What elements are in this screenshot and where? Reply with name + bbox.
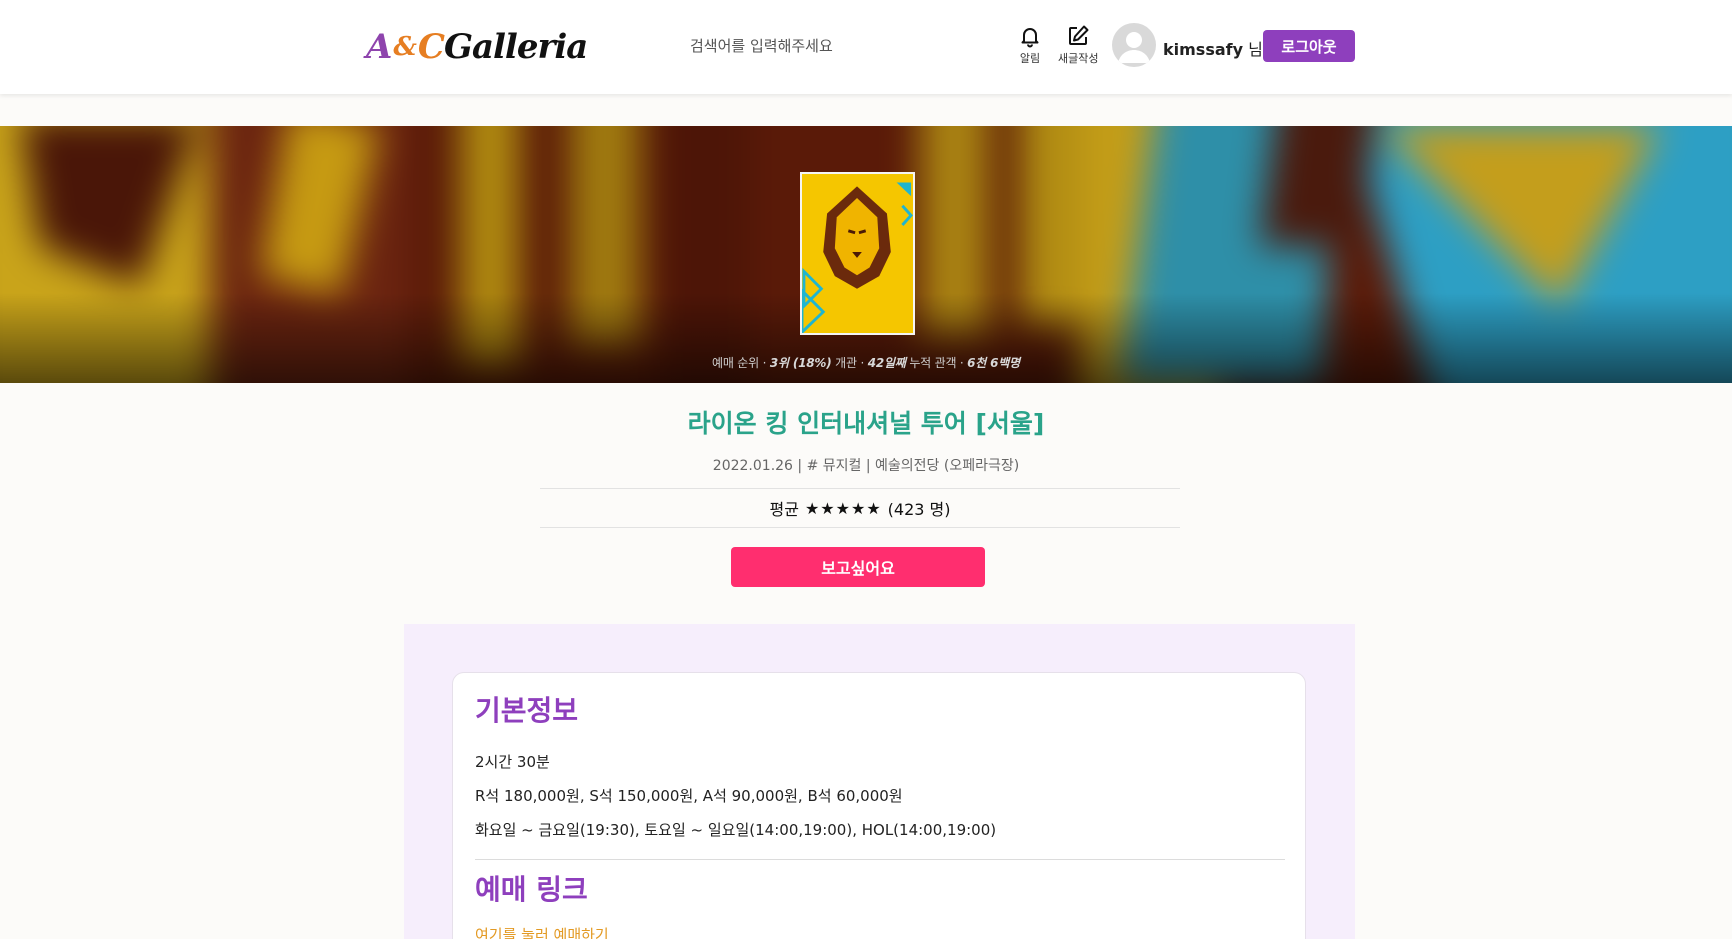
rank-label: 예매 순위 ·	[712, 356, 767, 370]
logout-button[interactable]: 로그아웃	[1263, 30, 1355, 62]
section-divider	[475, 859, 1285, 860]
performance-meta: 2022.01.26 | # 뮤지컬 | 예술의전당 (오페라극장)	[712, 458, 1020, 474]
audience-value: 6천 6백명	[967, 356, 1020, 370]
booking-title: 예매 링크	[475, 873, 588, 906]
days-value: 42일째	[867, 356, 906, 370]
logo-ampersand: &	[393, 32, 417, 62]
lion-king-poster	[802, 174, 913, 333]
logo-word: Galleria	[443, 27, 588, 67]
booking-link[interactable]: 여기를 눌러 예매하기	[475, 924, 609, 939]
username-suffix: 님	[1248, 40, 1263, 59]
info-card: 기본정보 2시간 30분 R석 180,000원, S석 150,000원, A…	[452, 672, 1306, 939]
username: kimssafy	[1163, 40, 1244, 59]
top-header: A & C Galleria 알림 새글작성 kimssafy 님 로그아웃	[0, 0, 1732, 94]
site-logo[interactable]: A & C Galleria	[366, 22, 588, 72]
rating-summary: 평균 ★★★★★ (423 명)	[540, 488, 1180, 528]
banner-stats: 예매 순위 · 3위 (18%) 개관 · 42일째 누적 관객 · 6천 6백…	[0, 354, 1732, 371]
logo-letter-c: C	[417, 27, 445, 67]
notifications-button[interactable]: 알림	[1018, 24, 1042, 66]
performance-title: 라이온 킹 인터내셔널 투어 [서울]	[687, 409, 1045, 438]
hero-banner: 예매 순위 · 3위 (18%) 개관 · 42일째 누적 관객 · 6천 6백…	[0, 126, 1732, 383]
new-post-label: 새글작성	[1058, 52, 1099, 65]
price-text: R석 180,000원, S석 150,000원, A석 90,000원, B석…	[475, 787, 903, 805]
poster-image[interactable]	[800, 172, 915, 335]
wish-button[interactable]: 보고싶어요	[731, 547, 985, 587]
edit-icon	[1069, 25, 1089, 45]
rating-count: (423 명)	[887, 500, 951, 519]
rating-prefix: 평균	[769, 500, 799, 519]
user-icon	[1118, 32, 1150, 63]
opening-label: 개관 ·	[835, 356, 865, 370]
new-post-button[interactable]: 새글작성	[1058, 24, 1098, 66]
logo-letter-a: A	[366, 27, 392, 67]
info-section: 기본정보 2시간 30분 R석 180,000원, S석 150,000원, A…	[404, 624, 1355, 939]
rank-value: 3위 (18%)	[769, 356, 832, 370]
schedule-text: 화요일 ~ 금요일(19:30), 토요일 ~ 일요일(14:00,19:00)…	[475, 821, 997, 839]
basic-info-title: 기본정보	[475, 694, 579, 727]
search-input[interactable]	[690, 32, 950, 60]
notifications-label: 알림	[1019, 52, 1041, 65]
rating-stars: ★★★★★	[804, 498, 882, 518]
username-text: kimssafy 님	[1163, 36, 1263, 60]
audience-label: 누적 관객 ·	[909, 356, 964, 370]
bell-icon	[1021, 28, 1039, 48]
runtime-text: 2시간 30분	[475, 753, 550, 771]
avatar[interactable]	[1112, 23, 1156, 67]
